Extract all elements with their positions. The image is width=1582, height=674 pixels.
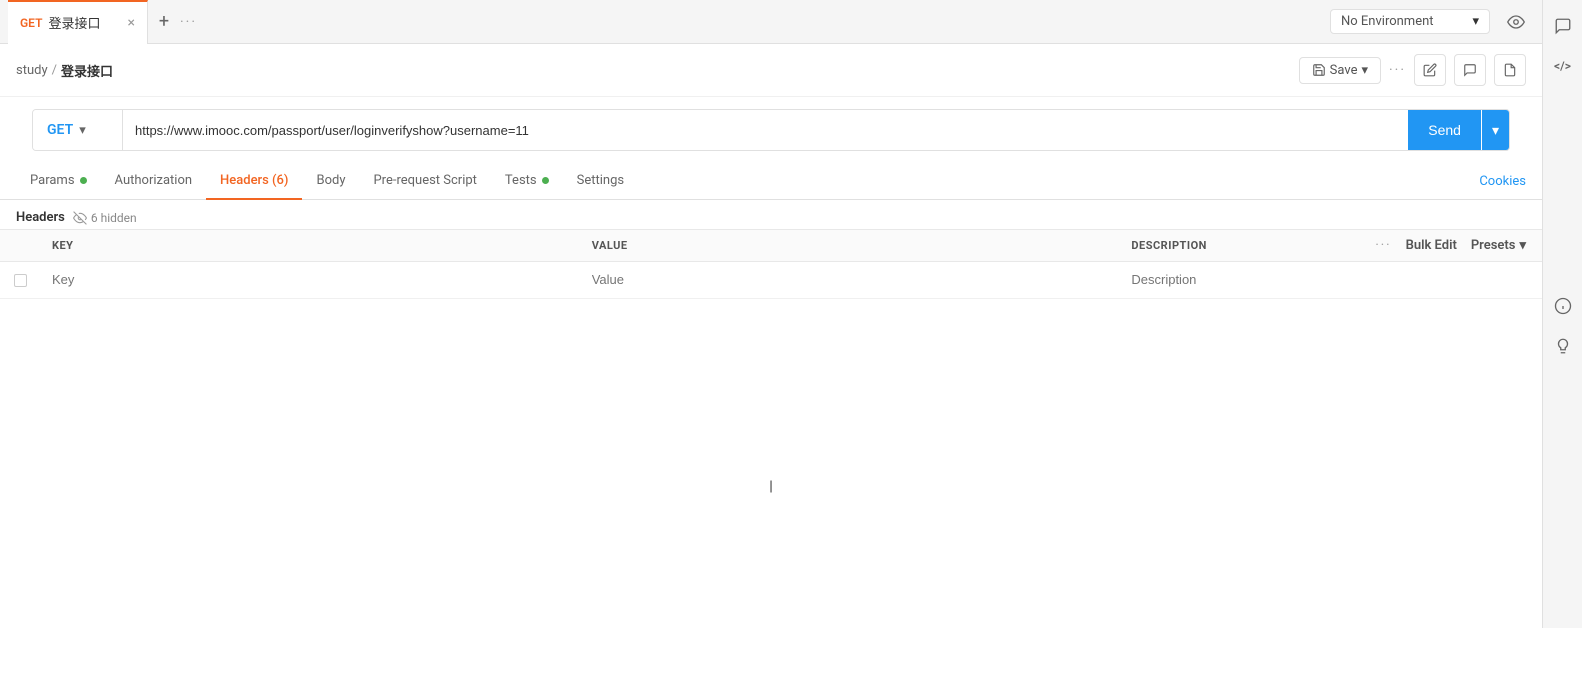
request-header: study / 登录接口 Save ▾ ··· (0, 44, 1542, 97)
tab-close-icon[interactable]: × (128, 15, 135, 31)
headers-row: Headers 6 hidden (16, 210, 1526, 225)
new-tab-button[interactable]: + (148, 0, 180, 44)
env-dropdown-icon: ▾ (1472, 14, 1479, 29)
description-input[interactable] (1131, 272, 1530, 287)
eye-icon[interactable] (1498, 4, 1534, 40)
doc-icon-button[interactable] (1494, 54, 1526, 86)
table-header-row: KEY VALUE DESCRIPTION ··· Bulk Edit Pres… (0, 229, 1542, 262)
code-sidebar-icon[interactable]: </> (1545, 48, 1581, 84)
value-cell[interactable] (580, 262, 1120, 298)
request-tab[interactable]: GET 登录接口 × (8, 0, 148, 44)
tab-params[interactable]: Params (16, 163, 101, 200)
tab-body[interactable]: Body (302, 163, 359, 200)
empty-body: | (0, 299, 1542, 674)
presets-dropdown-icon: ▾ (1519, 238, 1526, 253)
breadcrumb-parent[interactable]: study (16, 63, 48, 78)
tab-name: 登录接口 (48, 13, 100, 32)
comment-icon-button[interactable] (1454, 54, 1486, 86)
info-sidebar-icon[interactable] (1545, 288, 1581, 324)
send-dropdown-button[interactable]: ▾ (1482, 110, 1509, 150)
bulk-edit-button[interactable]: Bulk Edit (1406, 238, 1457, 253)
toolbar-more-icon[interactable]: ··· (1389, 62, 1406, 78)
description-cell[interactable] (1119, 262, 1542, 298)
environment-selector[interactable]: No Environment ▾ (1330, 9, 1490, 34)
url-bar: GET ▾ Send ▾ (32, 109, 1510, 151)
cursor-indicator: | (767, 479, 775, 494)
request-toolbar: Save ▾ ··· (1299, 54, 1526, 86)
tab-more-icon[interactable]: ··· (180, 14, 197, 30)
key-input[interactable] (52, 272, 568, 287)
breadcrumb: study / 登录接口 (16, 61, 1299, 80)
breadcrumb-separator: / (52, 63, 57, 78)
tab-method: GET (20, 16, 42, 30)
method-dropdown-icon: ▾ (79, 123, 86, 138)
presets-button[interactable]: Presets ▾ (1471, 238, 1526, 253)
params-dot (80, 177, 87, 184)
th-value: VALUE (580, 239, 1120, 252)
url-bar-wrapper: GET ▾ Send ▾ (0, 109, 1542, 151)
env-label: No Environment (1341, 14, 1434, 29)
tab-settings[interactable]: Settings (563, 163, 638, 200)
method-selector[interactable]: GET ▾ (33, 110, 123, 150)
cookies-link[interactable]: Cookies (1479, 174, 1526, 189)
table-row (0, 262, 1542, 299)
hidden-count: 6 hidden (73, 211, 137, 225)
tab-prerequest[interactable]: Pre-request Script (359, 163, 490, 200)
save-button[interactable]: Save ▾ (1299, 57, 1381, 84)
edit-icon-button[interactable] (1414, 54, 1446, 86)
tab-bar: GET 登录接口 × + ··· No Environment ▾ (0, 0, 1542, 44)
tab-bar-right: No Environment ▾ (1330, 4, 1534, 40)
right-sidebar: </> (1542, 0, 1582, 628)
tab-authorization[interactable]: Authorization (101, 163, 207, 200)
th-description: DESCRIPTION (1119, 239, 1375, 252)
th-key: KEY (40, 239, 580, 252)
key-cell[interactable] (40, 262, 580, 298)
tests-dot (542, 177, 549, 184)
method-label: GET (47, 122, 73, 138)
tab-tests[interactable]: Tests (491, 163, 563, 200)
table-actions: ··· Bulk Edit Presets ▾ (1375, 238, 1542, 253)
headers-section: Headers 6 hidden (0, 200, 1542, 229)
breadcrumb-current: 登录接口 (61, 61, 113, 80)
request-tabs: Params Authorization Headers (6) Body Pr… (0, 163, 1542, 200)
comment-sidebar-icon[interactable] (1545, 8, 1581, 44)
lightbulb-sidebar-icon[interactable] (1545, 328, 1581, 364)
value-input[interactable] (592, 272, 1108, 287)
hidden-label: 6 hidden (91, 211, 137, 225)
table-more-icon[interactable]: ··· (1375, 238, 1391, 253)
save-dropdown-icon[interactable]: ▾ (1361, 63, 1368, 78)
table-container: KEY VALUE DESCRIPTION ··· Bulk Edit Pres… (0, 229, 1542, 674)
main-content: GET 登录接口 × + ··· No Environment ▾ study … (0, 0, 1542, 674)
headers-title: Headers (16, 210, 65, 225)
tab-headers[interactable]: Headers (6) (206, 163, 302, 200)
send-label: Send (1428, 122, 1461, 138)
row-checkbox[interactable] (0, 264, 40, 297)
save-label: Save (1330, 63, 1358, 78)
checkbox[interactable] (14, 274, 27, 287)
url-input[interactable] (123, 110, 1408, 150)
send-button[interactable]: Send (1408, 110, 1481, 150)
